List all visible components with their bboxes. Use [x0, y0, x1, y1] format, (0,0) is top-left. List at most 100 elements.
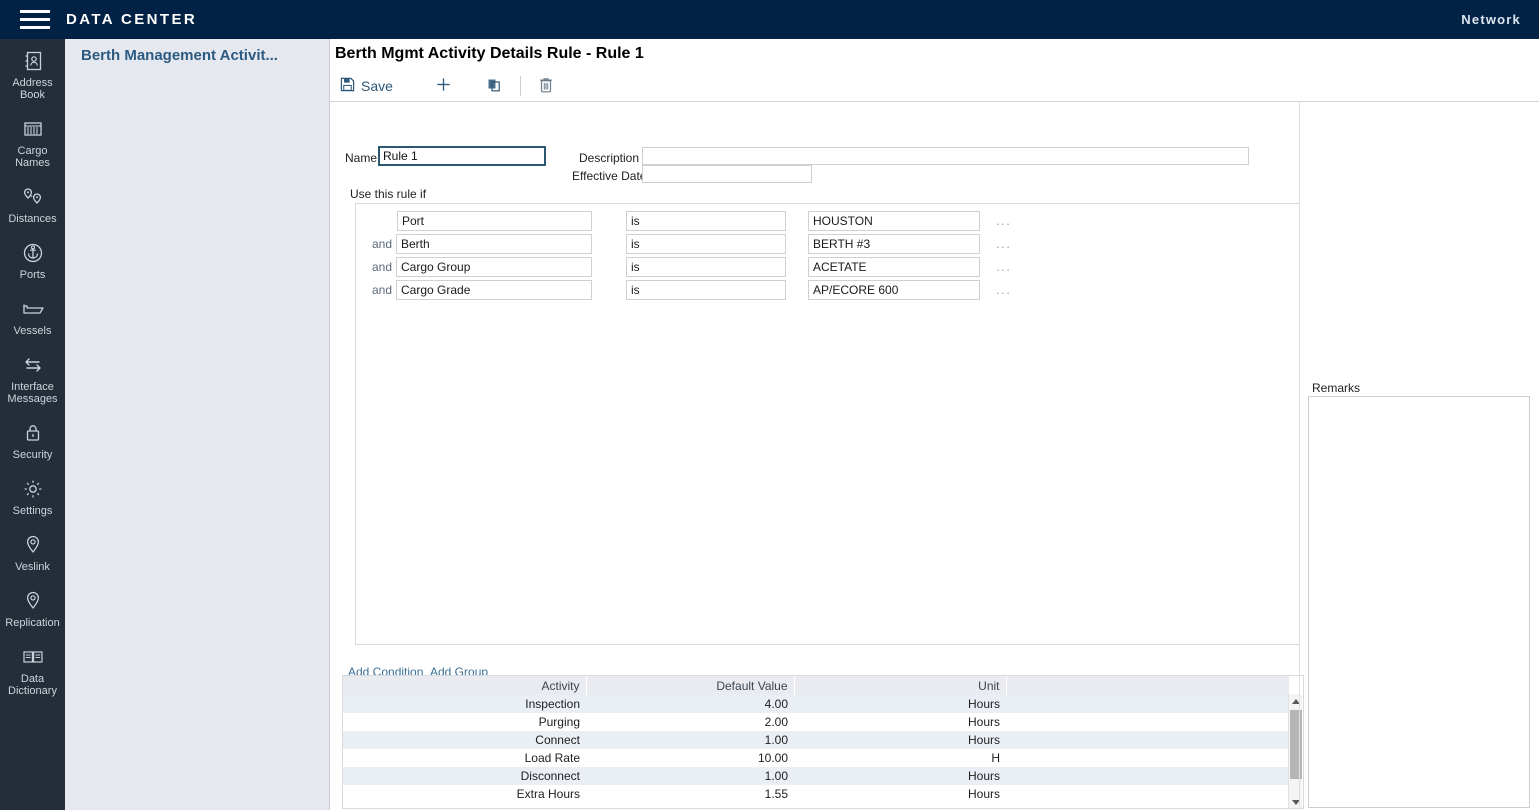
- map-pin-icon: [23, 532, 43, 558]
- cell-spacer: [1006, 713, 1289, 731]
- sidebar-rail: Address Book Cargo Names Distances Ports…: [0, 39, 65, 810]
- condition-field-input[interactable]: [396, 257, 592, 277]
- sidebar-item-label: Veslink: [15, 561, 50, 573]
- table-row[interactable]: Disconnect 1.00 Hours: [343, 767, 1289, 785]
- lock-icon: [23, 420, 43, 446]
- condition-field-input[interactable]: [396, 280, 592, 300]
- sidebar-item-label: Address Book: [12, 77, 52, 101]
- save-button[interactable]: Save: [330, 75, 403, 97]
- table-row[interactable]: Purging 2.00 Hours: [343, 713, 1289, 731]
- remarks-label: Remarks: [1312, 381, 1360, 395]
- map-pin-icon: [23, 588, 43, 614]
- cell-spacer: [1006, 749, 1289, 767]
- cell-unit: Hours: [794, 767, 1006, 785]
- column-header-unit[interactable]: Unit: [794, 676, 1006, 695]
- table-row[interactable]: Extra Hours 1.55 Hours: [343, 785, 1289, 803]
- sidebar-item-settings[interactable]: Settings: [0, 467, 65, 523]
- effective-date-input[interactable]: [642, 165, 812, 183]
- hamburger-menu-icon[interactable]: [20, 9, 50, 31]
- list-panel: Berth Management Activit...: [65, 39, 330, 810]
- condition-value-input[interactable]: [808, 257, 980, 277]
- activities-table-element: Activity Default Value Unit Inspection 4…: [343, 676, 1290, 803]
- sidebar-item-vessels[interactable]: Vessels: [0, 287, 65, 343]
- condition-field-input[interactable]: [396, 234, 592, 254]
- cell-unit: Hours: [794, 695, 1006, 713]
- cell-unit: Hours: [794, 785, 1006, 803]
- cell-default-value: 10.00: [586, 749, 794, 767]
- table-row[interactable]: Inspection 4.00 Hours: [343, 695, 1289, 713]
- sidebar-item-veslink[interactable]: Veslink: [0, 523, 65, 579]
- cell-default-value: 1.55: [586, 785, 794, 803]
- name-input[interactable]: [378, 146, 546, 166]
- cell-unit: Hours: [794, 731, 1006, 749]
- sidebar-item-data-dictionary[interactable]: Data Dictionary: [0, 635, 65, 703]
- condition-more-button[interactable]: ...: [996, 213, 1011, 228]
- condition-value-input[interactable]: [808, 211, 980, 231]
- scroll-down-arrow-icon[interactable]: [1289, 795, 1303, 809]
- condition-more-button[interactable]: ...: [996, 236, 1011, 251]
- condition-conjunction: and: [356, 260, 396, 274]
- sidebar-item-security[interactable]: Security: [0, 411, 65, 467]
- sidebar-item-distances[interactable]: Distances: [0, 175, 65, 231]
- cell-activity: Extra Hours: [343, 785, 586, 803]
- cell-activity: Connect: [343, 731, 586, 749]
- exchange-arrows-icon: [20, 352, 46, 378]
- cell-spacer: [1006, 695, 1289, 713]
- name-label: Name: [345, 151, 377, 165]
- description-input[interactable]: [642, 147, 1249, 165]
- right-panel-divider: [1299, 102, 1300, 809]
- condition-operator-input[interactable]: [626, 211, 786, 231]
- condition-field-input[interactable]: [397, 211, 592, 231]
- sidebar-item-label: Ports: [20, 269, 46, 281]
- network-label[interactable]: Network: [1461, 12, 1521, 27]
- sidebar-item-cargo-names[interactable]: Cargo Names: [0, 107, 65, 175]
- cell-activity: Load Rate: [343, 749, 586, 767]
- column-header-activity[interactable]: Activity: [343, 676, 586, 695]
- toolbar-bottom-rule: [330, 101, 1539, 102]
- table-row[interactable]: Connect 1.00 Hours: [343, 731, 1289, 749]
- condition-operator-input[interactable]: [626, 280, 786, 300]
- table-row[interactable]: Load Rate 10.00 H: [343, 749, 1289, 767]
- sidebar-item-label: Vessels: [14, 325, 52, 337]
- cell-default-value: 2.00: [586, 713, 794, 731]
- condition-more-button[interactable]: ...: [996, 259, 1011, 274]
- remarks-textarea[interactable]: [1308, 396, 1530, 808]
- condition-row: ...: [356, 209, 1301, 232]
- cargo-container-icon: [22, 116, 44, 142]
- open-book-icon: [21, 644, 45, 670]
- sidebar-item-address-book[interactable]: Address Book: [0, 39, 65, 107]
- sidebar-item-interface-messages[interactable]: Interface Messages: [0, 343, 65, 411]
- scroll-up-arrow-icon[interactable]: [1289, 694, 1303, 708]
- sidebar-item-ports[interactable]: Ports: [0, 231, 65, 287]
- distance-pins-icon: [21, 184, 45, 210]
- column-header-spacer: [1006, 676, 1289, 695]
- condition-value-input[interactable]: [808, 234, 980, 254]
- sidebar-item-label: Settings: [13, 505, 53, 517]
- sidebar-item-replication[interactable]: Replication: [0, 579, 65, 635]
- app-title: DATA CENTER: [66, 11, 197, 28]
- condition-row: and ...: [356, 232, 1301, 255]
- condition-value-input[interactable]: [808, 280, 980, 300]
- delete-button[interactable]: [529, 75, 563, 98]
- cell-activity: Purging: [343, 713, 586, 731]
- scrollbar-thumb[interactable]: [1290, 710, 1302, 779]
- top-header-bar: DATA CENTER Network: [0, 0, 1539, 39]
- cell-default-value: 1.00: [586, 767, 794, 785]
- copy-button[interactable]: [476, 75, 512, 98]
- condition-more-button[interactable]: ...: [996, 282, 1011, 297]
- table-header-row: Activity Default Value Unit: [343, 676, 1289, 695]
- effective-date-label: Effective Date: [572, 169, 646, 183]
- add-button[interactable]: [425, 74, 462, 98]
- cell-default-value: 1.00: [586, 731, 794, 749]
- condition-operator-input[interactable]: [626, 234, 786, 254]
- detail-toolbar: Save: [330, 71, 1539, 101]
- plus-icon: [435, 76, 452, 96]
- cell-activity: Inspection: [343, 695, 586, 713]
- copy-icon: [486, 77, 502, 96]
- condition-operator-input[interactable]: [626, 257, 786, 277]
- cell-unit: Hours: [794, 713, 1006, 731]
- column-header-default-value[interactable]: Default Value: [586, 676, 794, 695]
- list-panel-title[interactable]: Berth Management Activit...: [65, 39, 329, 64]
- sidebar-item-label: Replication: [5, 617, 59, 629]
- cell-unit: H: [794, 749, 1006, 767]
